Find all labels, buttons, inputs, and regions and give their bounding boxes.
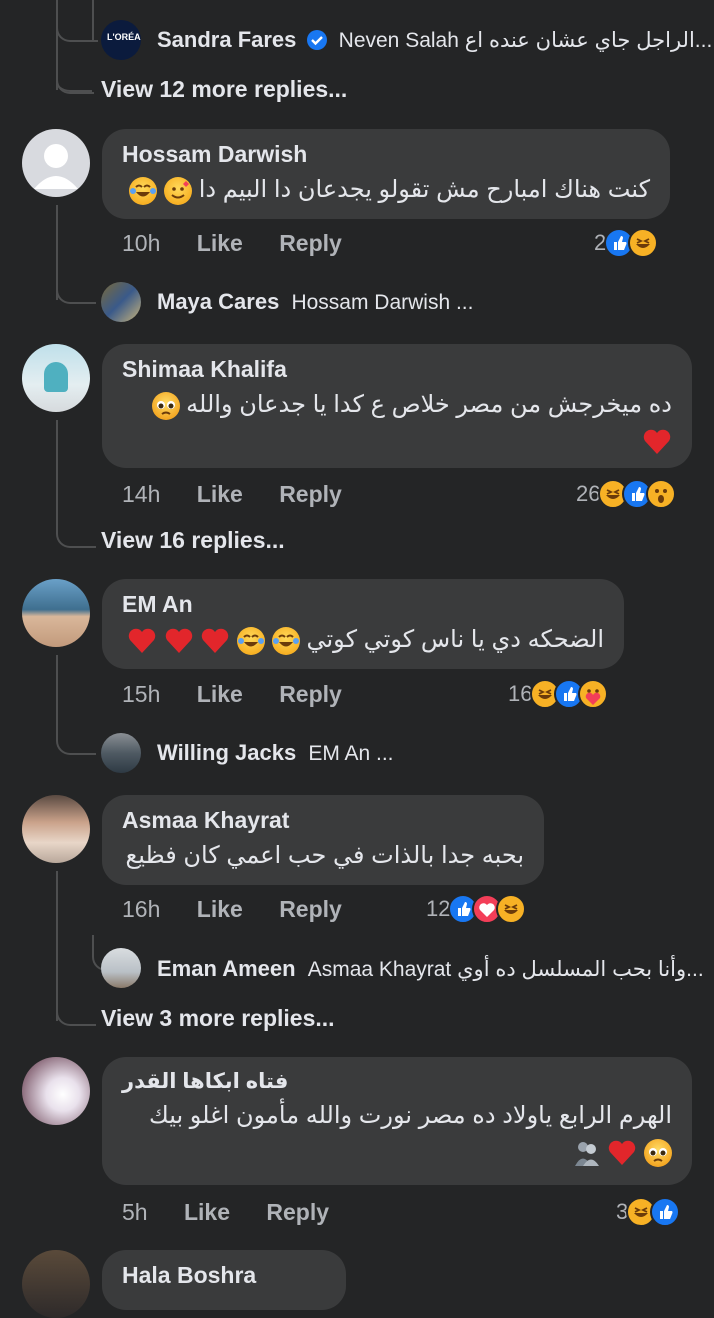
thread-elbow xyxy=(56,270,96,304)
reaction-summary[interactable]: 3 xyxy=(616,1197,681,1227)
comment-actions: 5h Like Reply xyxy=(122,1199,329,1226)
default-avatar-icon xyxy=(34,144,78,189)
like-button[interactable]: Like xyxy=(197,230,243,256)
pleading-face-emoji-icon xyxy=(151,391,180,420)
reaction-summary[interactable]: 2 xyxy=(594,228,659,258)
reply-preview: Hossam Darwish ... xyxy=(291,291,474,314)
wow-reaction-icon xyxy=(646,479,677,509)
comment-bubble[interactable]: EM An الضحكه دي يا ناس كوتي كوتي xyxy=(102,579,624,669)
comment-time[interactable]: 14h xyxy=(122,481,160,507)
reply-preview: EM An ... xyxy=(308,742,394,765)
avatar[interactable] xyxy=(22,795,90,863)
red-heart-emoji-icon xyxy=(642,428,672,456)
comment-bubble[interactable]: Asmaa Khayrat بحبه جدا بالذات في حب اعمي… xyxy=(102,795,544,885)
reply-preview: Neven Salah الراجل جاي عشان عنده اع... xyxy=(338,29,713,52)
red-heart-emoji-icon xyxy=(164,627,194,655)
comment-actions: 16h Like Reply xyxy=(122,896,342,923)
like-button[interactable]: Like xyxy=(197,896,243,922)
avatar[interactable] xyxy=(101,282,141,322)
like-button[interactable]: Like xyxy=(197,481,243,507)
reaction-summary[interactable]: 12 xyxy=(426,894,527,924)
view-more-replies-link[interactable]: View 3 more replies... xyxy=(101,1005,335,1032)
avatar[interactable] xyxy=(101,948,141,988)
comment-actions: 10h Like Reply xyxy=(122,230,342,257)
comment-author[interactable]: Hala Boshra xyxy=(122,1262,326,1289)
red-heart-emoji-icon xyxy=(200,627,230,655)
reply-row[interactable]: Eman Ameen Asmaa Khayrat وأنا بحب المسلس… xyxy=(157,956,704,982)
comment-time[interactable]: 5h xyxy=(122,1199,148,1225)
comment-text: ده ميخرجش من مصر خلاص ع كدا يا جدعان وال… xyxy=(122,387,672,423)
reply-button[interactable]: Reply xyxy=(279,896,342,922)
avatar[interactable] xyxy=(22,344,90,412)
comment-text: كنت هناك امبارح مش تقولو يجدعان دا البيم… xyxy=(122,172,650,208)
comment-actions: 14h Like Reply xyxy=(122,481,342,508)
tears-of-joy-emoji-icon xyxy=(129,176,158,205)
comment-bubble[interactable]: Hossam Darwish كنت هناك امبارح مش تقولو … xyxy=(102,129,670,219)
comment-text: الهرم الرابع ياولاد ده مصر نورت والله مأ… xyxy=(148,1102,672,1129)
reply-author[interactable]: Maya Cares xyxy=(157,289,279,314)
avatar[interactable] xyxy=(101,733,141,773)
comment-time[interactable]: 15h xyxy=(122,681,160,707)
reply-author[interactable]: Willing Jacks xyxy=(157,740,296,765)
haha-reaction-icon xyxy=(496,894,527,924)
view-more-replies-link[interactable]: View 12 more replies... xyxy=(101,76,347,103)
reply-row[interactable]: Maya Cares Hossam Darwish ... xyxy=(157,289,473,315)
reply-row[interactable]: Sandra Fares Neven Salah الراجل جاي عشان… xyxy=(157,27,712,53)
comment-author[interactable]: Asmaa Khayrat xyxy=(122,807,524,834)
reaction-count: 16 xyxy=(508,681,533,706)
reply-preview: Asmaa Khayrat وأنا بحب المسلسل ده أوي... xyxy=(307,958,704,981)
reply-author[interactable]: Eman Ameen xyxy=(157,956,296,981)
people-hugging-emoji-icon xyxy=(573,1139,601,1167)
reaction-summary[interactable]: 26 xyxy=(576,479,677,509)
reply-button[interactable]: Reply xyxy=(279,230,342,256)
avatar[interactable] xyxy=(22,579,90,647)
pleading-face-emoji-icon xyxy=(644,1138,672,1167)
comment-text: الضحكه دي يا ناس كوتي كوتي xyxy=(122,622,604,658)
comment-text: بحبه جدا بالذات في حب اعمي كان فظيع xyxy=(125,842,524,869)
comment-actions: 15h Like Reply xyxy=(122,681,342,708)
like-button[interactable]: Like xyxy=(184,1199,230,1225)
like-button[interactable]: Like xyxy=(197,681,243,707)
comment-bubble[interactable]: Hala Boshra xyxy=(102,1250,346,1310)
brand-logo: L'ORÉAL xyxy=(107,32,141,42)
reply-author[interactable]: Sandra Fares xyxy=(157,27,296,52)
avatar[interactable]: L'ORÉAL xyxy=(101,20,141,60)
reply-row[interactable]: Willing Jacks EM An ... xyxy=(157,740,394,766)
comment-time[interactable]: 16h xyxy=(122,896,160,922)
tears-of-joy-emoji-icon xyxy=(237,626,266,655)
comment-bubble[interactable]: Shimaa Khalifa ده ميخرجش من مصر خلاص ع ك… xyxy=(102,344,692,468)
thread-elbow xyxy=(56,0,98,42)
view-replies-link[interactable]: View 16 replies... xyxy=(101,527,285,554)
avatar[interactable] xyxy=(22,1057,90,1125)
comment-author[interactable]: Hossam Darwish xyxy=(122,141,650,168)
avatar[interactable] xyxy=(22,1250,90,1318)
care-reaction-icon xyxy=(578,679,609,709)
red-heart-emoji-icon xyxy=(127,627,157,655)
comment-bubble[interactable]: فتاه ابكاها القدر الهرم الرابع ياولاد ده… xyxy=(102,1057,692,1185)
reaction-count: 12 xyxy=(426,896,451,921)
thread-elbow xyxy=(56,715,96,755)
red-heart-emoji-icon xyxy=(607,1139,637,1167)
comment-author[interactable]: Shimaa Khalifa xyxy=(122,356,672,383)
verified-badge-icon xyxy=(306,30,327,50)
reaction-count: 26 xyxy=(576,481,601,506)
haha-reaction-icon xyxy=(628,228,659,258)
thread-elbow xyxy=(56,500,96,548)
avatar[interactable] xyxy=(22,129,90,197)
comment-author[interactable]: فتاه ابكاها القدر xyxy=(122,1069,672,1094)
smiling-hearts-emoji-icon xyxy=(164,176,193,205)
reply-button[interactable]: Reply xyxy=(279,681,342,707)
thread-elbow xyxy=(56,990,96,1026)
reaction-summary[interactable]: 16 xyxy=(508,679,609,709)
reply-button[interactable]: Reply xyxy=(279,481,342,507)
like-reaction-icon xyxy=(650,1197,681,1227)
comment-author[interactable]: EM An xyxy=(122,591,604,618)
reply-button[interactable]: Reply xyxy=(266,1199,329,1225)
tears-of-joy-emoji-icon xyxy=(271,626,300,655)
comment-time[interactable]: 10h xyxy=(122,230,160,256)
